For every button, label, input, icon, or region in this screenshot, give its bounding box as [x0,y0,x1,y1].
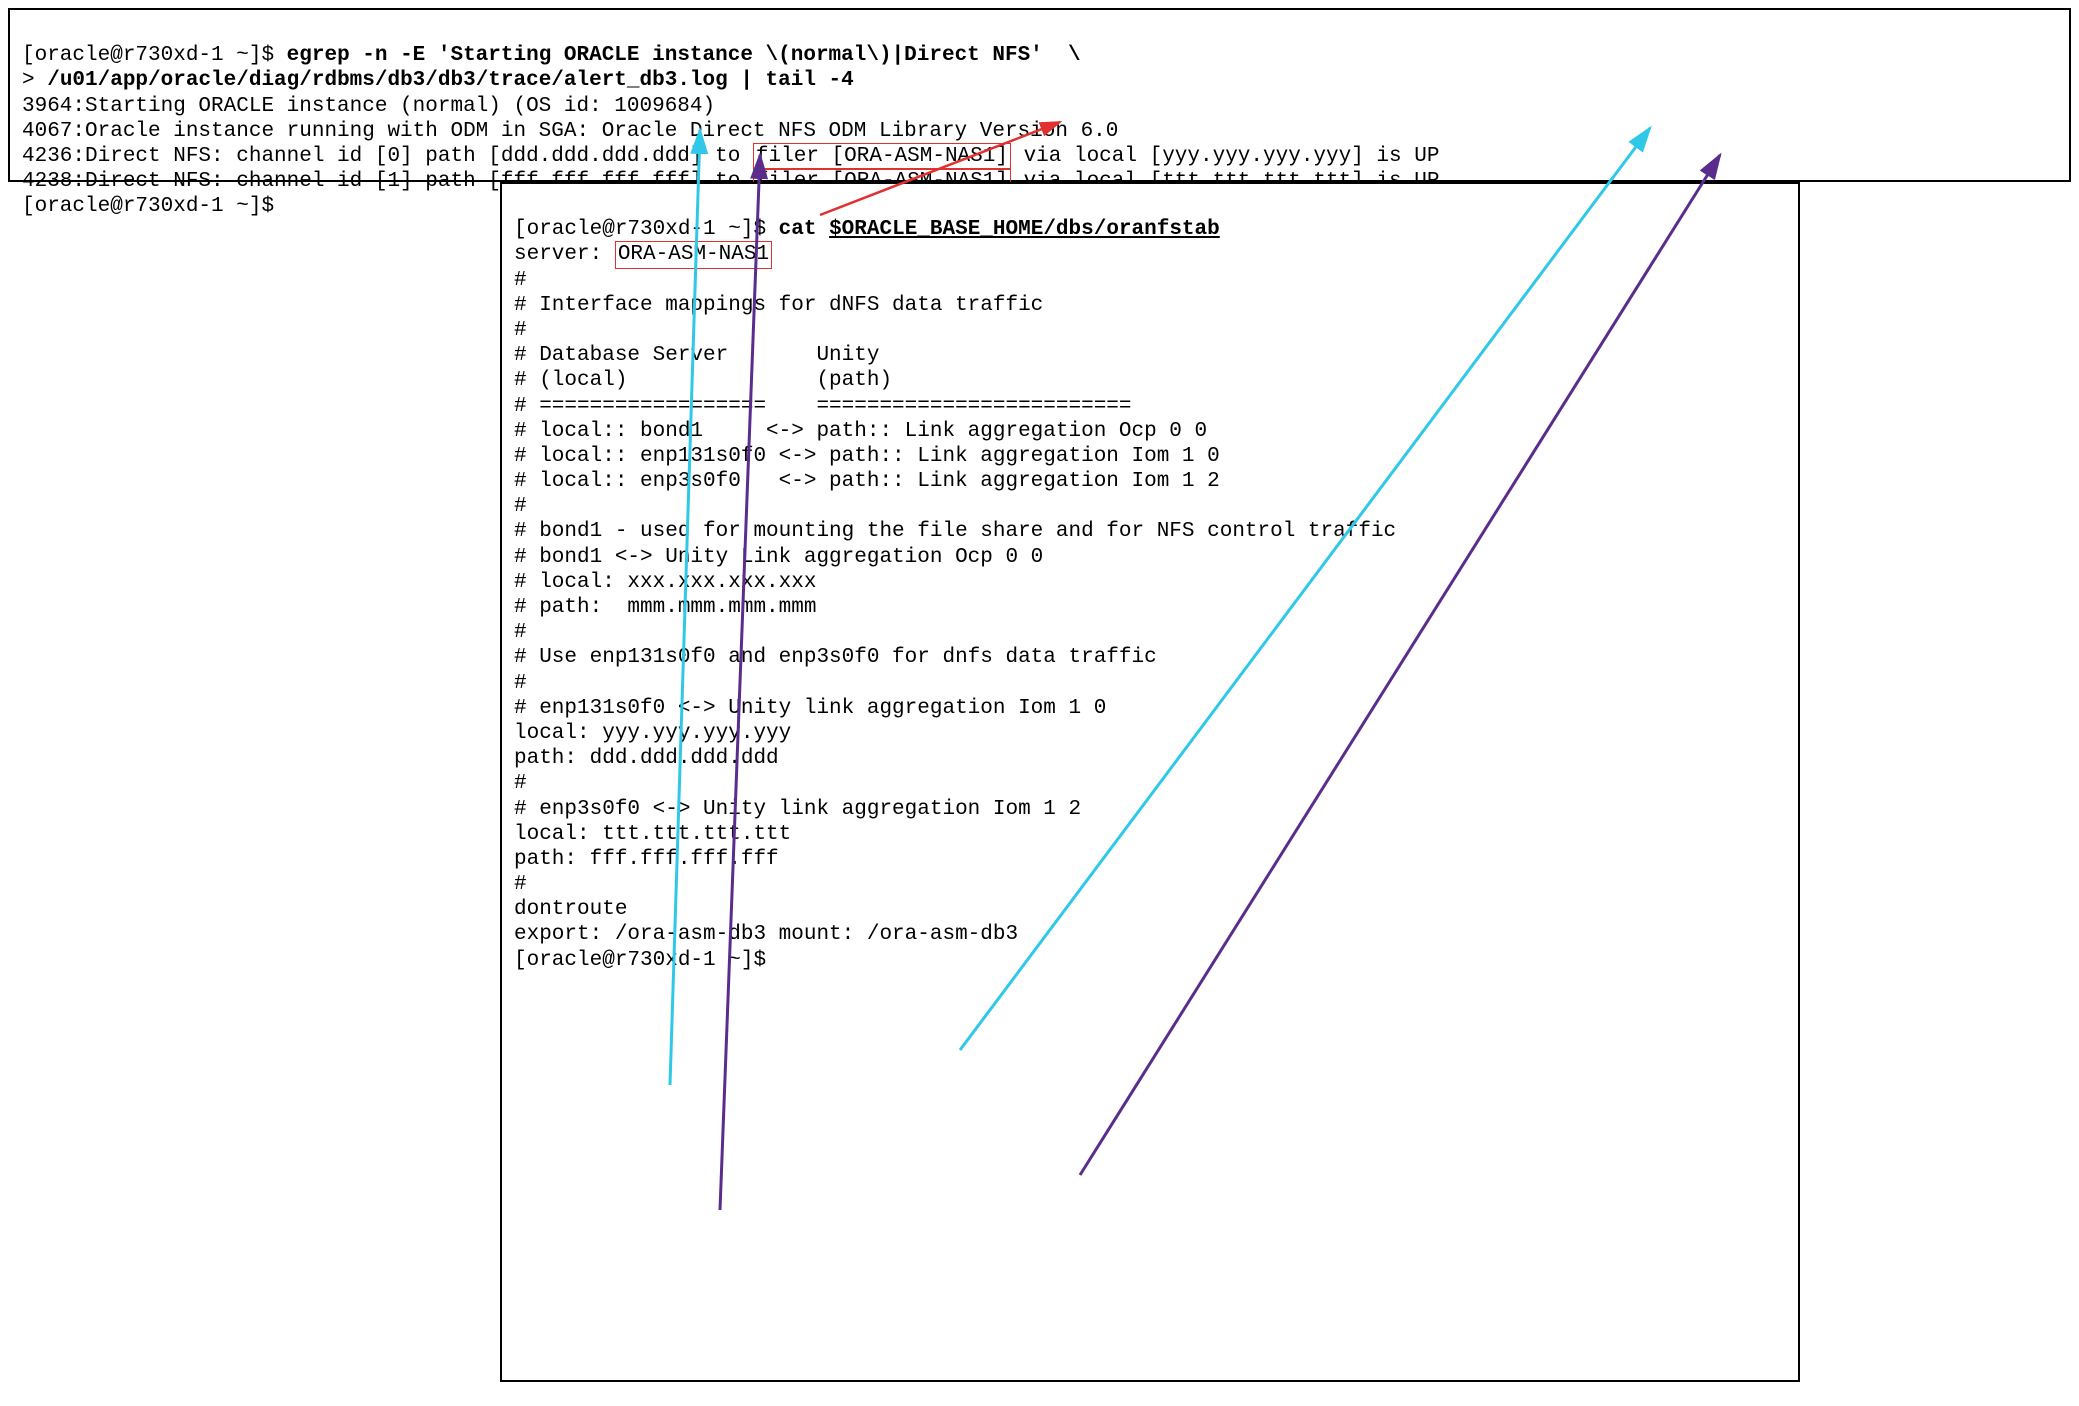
oranfstab-line: # Use enp131s0f0 and enp3s0f0 for dnfs d… [514,646,1157,669]
output-line: 4067:Oracle instance running with ODM in… [22,120,1118,143]
command-path: /u01/app/oracle/diag/rdbms/db3/db3/trace… [47,69,854,92]
oranfstab-line: # Database Server Unity [514,344,879,367]
oranfstab-line: # enp3s0f0 <-> Unity link aggregation Io… [514,798,1081,821]
oranfstab-line: # [514,672,527,695]
oranfstab-line: # local:: bond1 <-> path:: Link aggregat… [514,420,1207,443]
oranfstab-line: # Interface mappings for dNFS data traff… [514,294,1043,317]
oranfstab-line: server: ORA-ASM-NAS1 [514,243,772,266]
prompt: [oracle@r730xd-1 ~]$ [22,195,274,218]
oranfstab-line: # [514,495,527,518]
oranfstab-line: local: yyy.yyy.yyy.yyy [514,722,791,745]
oranfstab-line: # path: mmm.mmm.mmm.mmm [514,596,816,619]
oranfstab-line: # bond1 - used for mounting the file sha… [514,520,1396,543]
oranfstab-line: dontroute [514,898,627,921]
oranfstab-line: # ================== ===================… [514,395,1132,418]
terminal-bottom: [oracle@r730xd-1 ~]$ cat $ORACLE_BASE_HO… [500,182,1800,1382]
command-cat: cat $ORACLE_BASE_HOME/dbs/oranfstab [779,218,1220,241]
terminal-top: [oracle@r730xd-1 ~]$ egrep -n -E 'Starti… [8,8,2071,182]
filer-highlight: filer [ORA-ASM-NAS1] [753,143,1011,170]
oranfstab-line: # [514,873,527,896]
oranfstab-line: local: ttt.ttt.ttt.ttt [514,823,791,846]
command-egrep: egrep -n -E 'Starting ORACLE instance \(… [287,44,1081,67]
prompt: [oracle@r730xd-1 ~]$ [514,949,766,972]
oranfstab-line: # [514,772,527,795]
server-highlight: ORA-ASM-NAS1 [615,241,772,268]
oranfstab-line: # bond1 <-> Unity Link aggregation Ocp 0… [514,546,1043,569]
oranfstab-line: path: fff.fff.fff.fff [514,848,779,871]
output-line: 4236:Direct NFS: channel id [0] path [dd… [22,145,1439,168]
oranfstab-line: # local:: enp3s0f0 <-> path:: Link aggre… [514,470,1220,493]
oranfstab-line: # local: xxx.xxx.xxx.xxx [514,571,816,594]
diagram-stage: [oracle@r730xd-1 ~]$ egrep -n -E 'Starti… [0,0,2079,1406]
oranfstab-line: # [514,621,527,644]
oranfstab-line: path: ddd.ddd.ddd.ddd [514,747,779,770]
oranfstab-line: # [514,319,527,342]
prompt: [oracle@r730xd-1 ~]$ [514,218,779,241]
oranfstab-line: # (local) (path) [514,369,892,392]
continuation-prompt: > [22,69,47,92]
prompt: [oracle@r730xd-1 ~]$ [22,44,287,67]
oranfstab-line: # enp131s0f0 <-> Unity link aggregation … [514,697,1106,720]
output-line: 3964:Starting ORACLE instance (normal) (… [22,95,715,118]
oranfstab-line: # local:: enp131s0f0 <-> path:: Link agg… [514,445,1220,468]
oranfstab-line: # [514,269,527,292]
oranfstab-line: export: /ora-asm-db3 mount: /ora-asm-db3 [514,923,1018,946]
